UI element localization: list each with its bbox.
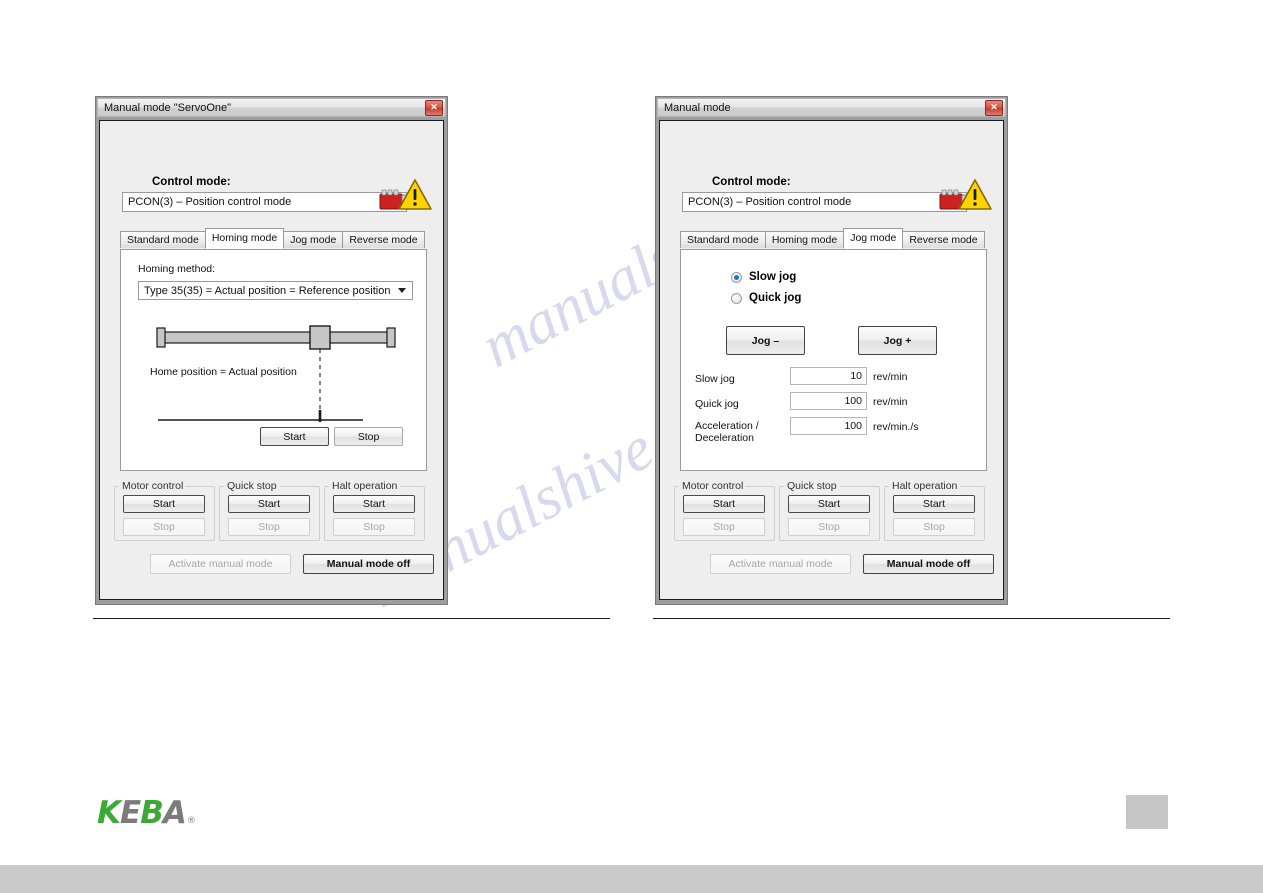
tab-jog-mode[interactable]: Jog mode — [283, 231, 344, 248]
group-quick-stop: Quick stop Start Stop — [779, 480, 880, 541]
motor-control-start-button[interactable]: Start — [683, 495, 765, 513]
keba-logo: K E B A ® — [97, 795, 196, 831]
tab-reverse-mode[interactable]: Reverse mode — [342, 231, 425, 248]
activate-manual-mode-button: Activate manual mode — [710, 554, 851, 574]
group-motor-control: Motor control Start Stop — [114, 480, 215, 541]
group-halt-operation-title: Halt operation — [889, 480, 961, 492]
control-mode-value: PCON(3) – Position control mode — [128, 196, 292, 208]
control-mode-combobox[interactable]: PCON(3) – Position control mode — [682, 192, 967, 212]
group-quick-stop: Quick stop Start Stop — [219, 480, 320, 541]
quick-jog-unit: rev/min — [873, 396, 908, 408]
radio-quick-jog-label: Quick jog — [749, 292, 802, 304]
logo-letter-a: A — [162, 795, 187, 831]
group-motor-control-title: Motor control — [119, 480, 187, 492]
motor-control-stop-button: Stop — [123, 518, 205, 536]
control-mode-combobox[interactable]: PCON(3) – Position control mode — [122, 192, 407, 212]
halt-operation-stop-button: Stop — [333, 518, 415, 536]
deceleration-field-label: Deceleration — [695, 432, 754, 444]
divider-right — [653, 618, 1170, 619]
group-quick-stop-title: Quick stop — [784, 480, 840, 492]
quick-stop-stop-button: Stop — [228, 518, 310, 536]
servo-motor-warning-icon — [378, 176, 434, 220]
jog-plus-button[interactable]: Jog + — [858, 326, 937, 355]
window-manual-mode: Manual mode ✕ Control mode: PCON(3) – Po… — [655, 96, 1008, 605]
title-bar-left: Manual mode "ServoOne" ✕ — [97, 98, 446, 117]
control-mode-label: Control mode: — [152, 176, 231, 188]
footer-band — [0, 865, 1263, 893]
logo-letter-k: K — [97, 795, 121, 831]
logo-letter-e: E — [120, 795, 141, 831]
tab-homing-mode[interactable]: Homing mode — [204, 228, 285, 249]
radio-slow-jog[interactable]: Slow jog — [731, 271, 796, 283]
acceleration-deceleration-unit: rev/min./s — [873, 421, 919, 433]
tab-standard-mode[interactable]: Standard mode — [680, 231, 766, 248]
window-content-right: Control mode: PCON(3) – Position control… — [666, 126, 997, 594]
window-title: Manual mode "ServoOne" — [104, 101, 232, 114]
close-icon[interactable]: ✕ — [985, 99, 1003, 116]
radio-quick-jog-indicator[interactable] — [731, 292, 742, 304]
halt-operation-start-button[interactable]: Start — [333, 495, 415, 513]
halt-operation-start-button[interactable]: Start — [893, 495, 975, 513]
logo-trademark: ® — [186, 816, 196, 826]
window-content-left: Control mode: PCON(3) – Position control… — [106, 126, 437, 594]
acceleration-field-label: Acceleration / — [695, 420, 759, 432]
title-bar-right: Manual mode ✕ — [657, 98, 1006, 117]
group-halt-operation: Halt operation Start Stop — [884, 480, 985, 541]
tabstrip-right: Standard mode Homing mode Jog mode Rever… — [680, 228, 985, 249]
slow-jog-field-label: Slow jog — [695, 373, 735, 385]
group-quick-stop-title: Quick stop — [224, 480, 280, 492]
motor-control-start-button[interactable]: Start — [123, 495, 205, 513]
control-mode-value: PCON(3) – Position control mode — [688, 196, 852, 208]
servo-motor-warning-icon — [938, 176, 994, 220]
page-number-box — [1126, 795, 1168, 829]
acceleration-deceleration-input[interactable]: 100 — [790, 417, 867, 435]
logo-letter-b: B — [140, 795, 164, 831]
homing-method-value: Type 35(35) = Actual position = Referenc… — [144, 284, 391, 297]
group-halt-operation-title: Halt operation — [329, 480, 401, 492]
slow-jog-unit: rev/min — [873, 371, 908, 383]
tab-reverse-mode[interactable]: Reverse mode — [902, 231, 985, 248]
manual-mode-off-button[interactable]: Manual mode off — [863, 554, 994, 574]
activate-manual-mode-button: Activate manual mode — [150, 554, 291, 574]
tabpage-homing-mode: Homing method: Type 35(35) = Actual posi… — [120, 249, 427, 471]
control-mode-label: Control mode: — [712, 176, 791, 188]
quick-jog-input[interactable]: 100 — [790, 392, 867, 410]
quick-stop-start-button[interactable]: Start — [228, 495, 310, 513]
homing-stop-button[interactable]: Stop — [334, 427, 403, 446]
quick-stop-stop-button: Stop — [788, 518, 870, 536]
tab-homing-mode[interactable]: Homing mode — [764, 231, 845, 248]
quick-jog-field-label: Quick jog — [695, 398, 739, 410]
group-motor-control-title: Motor control — [679, 480, 747, 492]
close-icon[interactable]: ✕ — [425, 99, 443, 116]
tabstrip-left: Standard mode Homing mode Jog mode Rever… — [120, 228, 425, 249]
window-body-right: Control mode: PCON(3) – Position control… — [659, 120, 1004, 600]
motor-control-stop-button: Stop — [683, 518, 765, 536]
quick-stop-start-button[interactable]: Start — [788, 495, 870, 513]
group-halt-operation: Halt operation Start Stop — [324, 480, 425, 541]
window-title: Manual mode — [664, 101, 731, 114]
homing-method-label: Homing method: — [138, 263, 216, 275]
tab-jog-mode[interactable]: Jog mode — [843, 228, 904, 249]
jog-minus-button[interactable]: Jog – — [726, 326, 805, 355]
manual-mode-off-button[interactable]: Manual mode off — [303, 554, 434, 574]
page-canvas: manualshive.com manualshive.com Manual m… — [0, 0, 1263, 893]
tab-standard-mode[interactable]: Standard mode — [120, 231, 206, 248]
homing-start-button[interactable]: Start — [260, 427, 329, 446]
tabpage-jog-mode: Slow jog Quick jog Jog – Jog + Slow jog … — [680, 249, 987, 471]
home-position-caption: Home position = Actual position — [150, 366, 297, 378]
radio-quick-jog[interactable]: Quick jog — [731, 292, 801, 304]
window-manual-mode-servoone: Manual mode "ServoOne" ✕ Control mode: P… — [95, 96, 448, 605]
slow-jog-input[interactable]: 10 — [790, 367, 867, 385]
divider-left — [93, 618, 610, 619]
homing-method-combobox[interactable]: Type 35(35) = Actual position = Referenc… — [138, 281, 413, 300]
group-motor-control: Motor control Start Stop — [674, 480, 775, 541]
halt-operation-stop-button: Stop — [893, 518, 975, 536]
radio-slow-jog-indicator[interactable] — [731, 271, 742, 283]
radio-slow-jog-label: Slow jog — [749, 271, 797, 283]
window-body-left: Control mode: PCON(3) – Position control… — [99, 120, 444, 600]
chevron-down-icon — [398, 288, 406, 293]
